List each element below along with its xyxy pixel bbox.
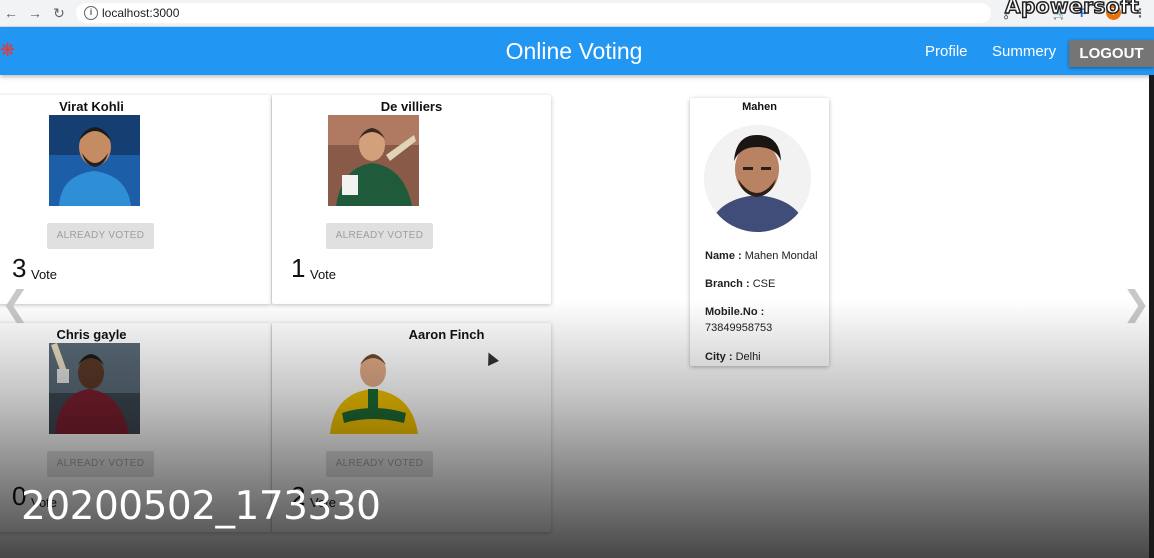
logout-button[interactable]: LOGOUT bbox=[1069, 40, 1154, 67]
already-voted-button[interactable]: ALREADY VOTED bbox=[47, 451, 154, 477]
vote-count: 1 bbox=[291, 253, 306, 283]
already-voted-button[interactable]: ALREADY VOTED bbox=[326, 451, 433, 477]
profile-name: Mahen bbox=[742, 101, 777, 113]
candidate-photo bbox=[49, 115, 140, 206]
vote-label: Vote bbox=[310, 267, 337, 282]
candidate-photo bbox=[328, 115, 419, 206]
candidate-card: De villiers ALREADY VOTED 1 Vote bbox=[272, 95, 551, 304]
fullname-label: Name : bbox=[705, 250, 742, 262]
candidate-card: Virat Kohli ALREADY VOTED 3 Vote bbox=[0, 95, 271, 304]
carousel-prev-icon[interactable]: ❮ bbox=[1, 284, 30, 324]
city-label: City : bbox=[705, 351, 733, 363]
already-voted-button[interactable]: ALREADY VOTED bbox=[47, 223, 154, 249]
vote-label: Vote bbox=[31, 267, 58, 282]
candidate-name: Chris gayle bbox=[56, 327, 127, 342]
candidate-photo bbox=[49, 343, 140, 434]
profile-card: Mahen Name : Mahen Mondal Branch : CSE M… bbox=[690, 98, 829, 366]
forward-icon[interactable]: → bbox=[26, 4, 44, 22]
recording-timestamp: 20200502_173330 bbox=[21, 484, 381, 529]
profile-fullname-row: Name : Mahen Mondal bbox=[705, 248, 827, 264]
carousel-next-icon[interactable]: ❯ bbox=[1122, 284, 1151, 324]
candidate-name: Virat Kohli bbox=[59, 99, 124, 114]
recorder-watermark: Apowersoft bbox=[1004, 0, 1140, 19]
branch-value: CSE bbox=[752, 278, 776, 290]
site-info-icon[interactable]: i bbox=[84, 6, 98, 20]
address-bar[interactable]: i localhost:3000 bbox=[76, 3, 991, 23]
reload-icon[interactable]: ↻ bbox=[50, 4, 68, 22]
vote-count: 3 bbox=[12, 253, 27, 283]
nav-profile-link[interactable]: Profile bbox=[925, 43, 968, 60]
page-title: Online Voting bbox=[505, 38, 643, 64]
candidate-name: Aaron Finch bbox=[408, 327, 485, 342]
profile-mobile-row: Mobile.No : 73849958753 bbox=[705, 304, 827, 336]
fullname-value: Mahen Mondal bbox=[744, 250, 818, 262]
candidate-name: De villiers bbox=[380, 99, 443, 114]
nav-summary-link[interactable]: Summery bbox=[992, 43, 1056, 60]
branch-label: Branch : bbox=[705, 278, 750, 290]
back-icon[interactable]: ← bbox=[2, 4, 20, 22]
profile-branch-row: Branch : CSE bbox=[705, 276, 827, 292]
mobile-label: Mobile.No : bbox=[705, 306, 765, 318]
browser-toolbar: ← → ↻ i localhost:3000 🛒 P T ⋮ ⚷ Apowers… bbox=[0, 0, 1154, 27]
city-value: Delhi bbox=[735, 351, 761, 363]
profile-city-row: City : Delhi bbox=[705, 349, 827, 365]
candidate-photo bbox=[328, 343, 419, 434]
profile-avatar bbox=[704, 125, 811, 232]
already-voted-button[interactable]: ALREADY VOTED bbox=[326, 223, 433, 249]
url-text: localhost:3000 bbox=[102, 6, 180, 20]
screen-edge bbox=[1149, 75, 1154, 558]
app-header: ❋ Online Voting Profile Summery LOGOUT bbox=[0, 27, 1154, 75]
mobile-value: 73849958753 bbox=[705, 322, 773, 334]
